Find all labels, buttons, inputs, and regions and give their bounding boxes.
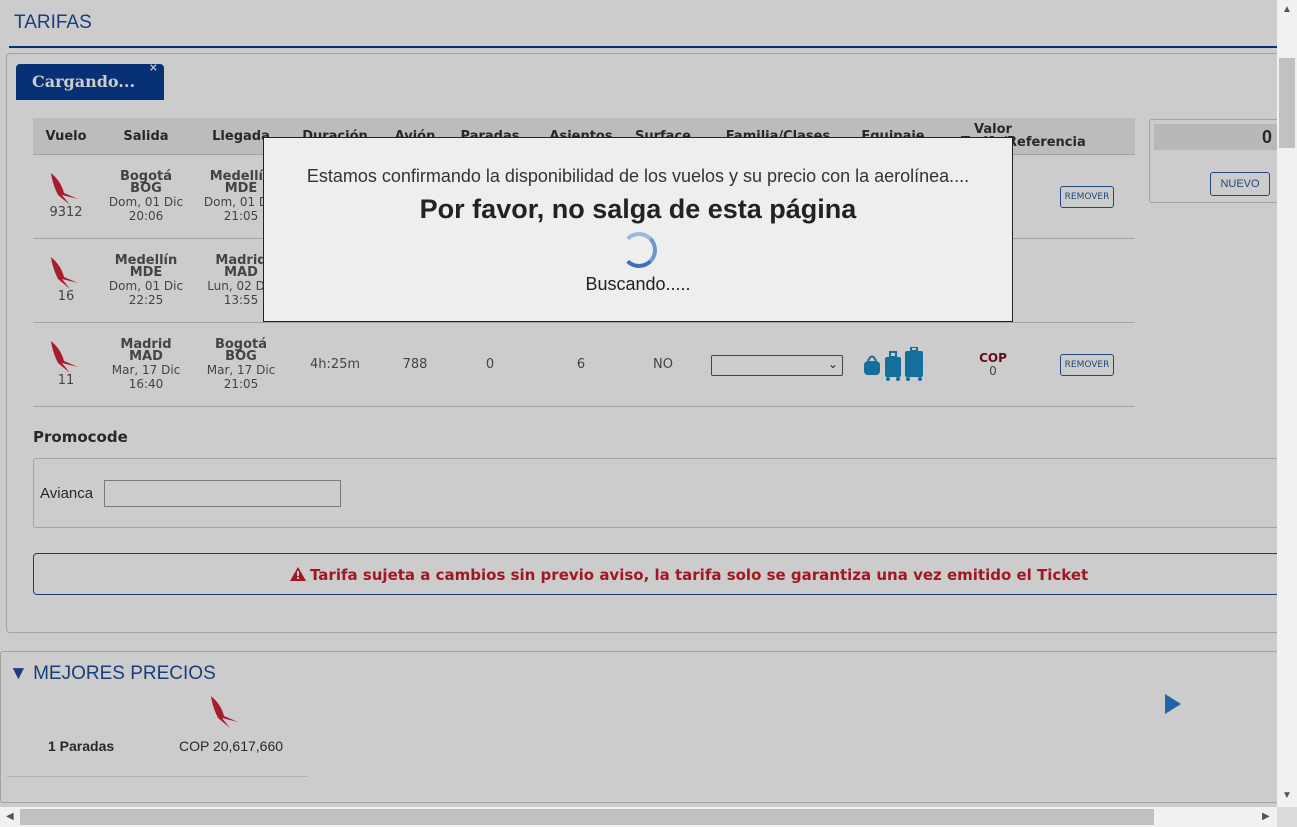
modal-message: Estamos confirmando la disponibilidad de… — [306, 166, 970, 186]
vertical-scrollbar[interactable]: ▲ ▼ — [1277, 0, 1297, 807]
horizontal-scrollbar[interactable]: ◀ ▶ — [0, 807, 1277, 827]
vertical-scroll-thumb[interactable] — [1279, 58, 1295, 148]
scroll-right-icon[interactable]: ▶ — [1262, 811, 1270, 822]
horizontal-scroll-thumb[interactable] — [20, 809, 1154, 825]
loading-overlay — [0, 0, 1277, 807]
scroll-left-icon[interactable]: ◀ — [6, 811, 14, 822]
modal-title: Por favor, no salga de esta página — [419, 194, 857, 224]
spinner-icon — [621, 232, 657, 268]
scroll-down-icon[interactable]: ▼ — [1282, 790, 1292, 801]
scroll-up-icon[interactable]: ▲ — [1282, 4, 1292, 15]
modal-status: Buscando..... — [585, 274, 691, 294]
page: TARIFAS Cargando... × Vuelo Salida Llega… — [0, 0, 1277, 807]
scrollbar-corner — [1277, 807, 1297, 827]
loading-modal: Estamos confirmando la disponibilidad de… — [263, 137, 1013, 322]
